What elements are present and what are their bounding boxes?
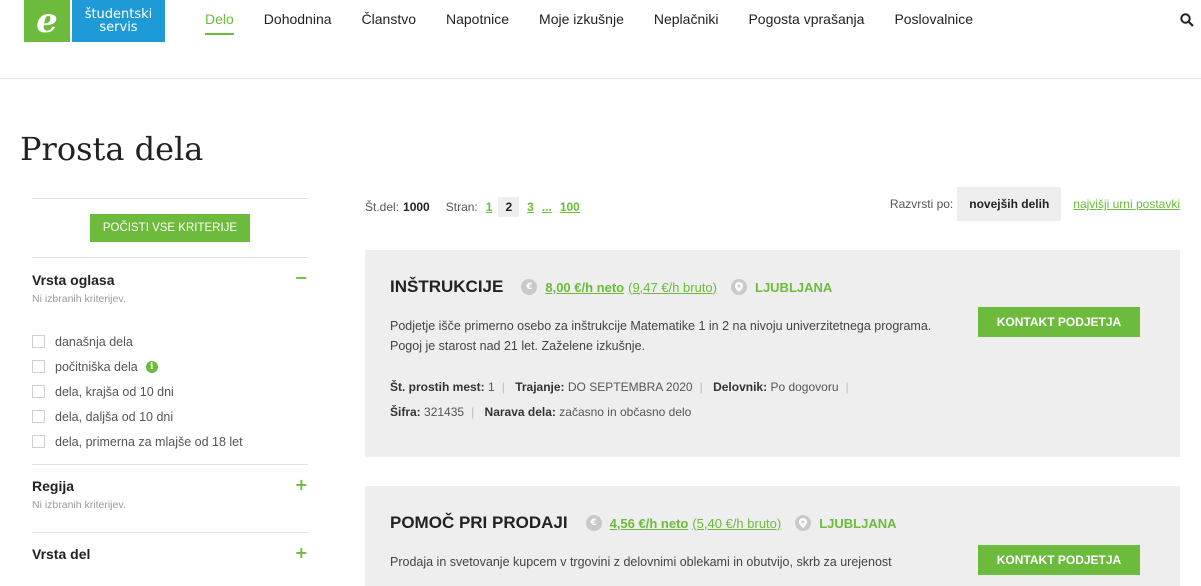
job-title[interactable]: INŠTRUKCIJE — [390, 277, 503, 297]
filter-option-label: dela, primerna za mlajše od 18 let — [55, 434, 243, 449]
euro-icon: € — [585, 515, 602, 531]
checkbox[interactable] — [32, 335, 45, 348]
logo-e-mark: e — [24, 0, 70, 42]
filter-sidebar: POČISTI VSE KRITERIJE Vrsta oglasa Ni iz… — [32, 198, 308, 573]
job-gross-rate[interactable]: (9,47 €/h bruto) — [628, 280, 717, 295]
checkbox[interactable] — [32, 360, 45, 373]
expand-icon[interactable]: + — [295, 475, 308, 494]
checkbox[interactable] — [32, 410, 45, 423]
nature-label: Narava dela: — [484, 405, 556, 419]
studentski-servis-logo[interactable]: e študentski servis — [24, 0, 165, 42]
job-city: LJUBLJANA — [819, 515, 897, 531]
nav-item-dohodnina[interactable]: Dohodnina — [264, 11, 332, 35]
places-label: Št. prostih mest: — [390, 380, 485, 394]
job-net-rate[interactable]: 4,56 €/h neto — [610, 516, 689, 531]
nav-item-pogosta-vprasanja[interactable]: Pogosta vprašanja — [748, 11, 864, 35]
filter-option-label: počitniška dela — [55, 359, 138, 374]
job-description: Podjetje išče primerno osebo za inštrukc… — [390, 319, 932, 353]
hours-label: Delovnik: — [713, 380, 768, 394]
job-header: INŠTRUKCIJE € 8,00 €/h neto (9,47 €/h br… — [390, 277, 832, 297]
filter-option-mlajse-od-18-let[interactable]: dela, primerna za mlajše od 18 let — [32, 429, 243, 454]
nav-item-napotnice[interactable]: Napotnice — [446, 11, 509, 35]
pagination: Št.del: 1000 Stran: 1 2 3 ... 100 — [365, 197, 580, 217]
sort-option-highest-rate[interactable]: najvišji urni postavki — [1073, 197, 1180, 211]
filter-option-label: dela, daljša od 10 dni — [55, 409, 174, 424]
nav-item-poslovalnice[interactable]: Poslovalnice — [894, 11, 973, 35]
nature-value: začasno in občasno delo — [559, 405, 692, 419]
sort-label: Razvrsti po: — [889, 197, 954, 211]
duration-value: DO SEPTEMBRA 2020 — [567, 380, 693, 394]
page-link-3[interactable]: 3 — [527, 200, 534, 214]
job-header: POMOČ PRI PRODAJI € 4,56 €/h neto (5,40 … — [390, 513, 897, 533]
expand-icon[interactable]: + — [295, 543, 308, 562]
page-link-1[interactable]: 1 — [486, 200, 493, 214]
code-label: Šifra: — [390, 405, 421, 419]
job-city: LJUBLJANA — [755, 279, 833, 295]
filter-option-danasnja-dela[interactable]: današnja dela — [32, 329, 243, 354]
hours-value: Po dogovoru — [770, 380, 839, 394]
job-description: Prodaja in svetovanje kupcem v trgovini … — [390, 555, 892, 569]
site-header: e študentski servis Delo Dohodnina Člans… — [0, 0, 1201, 79]
places-value: 1 — [488, 380, 495, 394]
job-card: INŠTRUKCIJE € 8,00 €/h neto (9,47 €/h br… — [365, 250, 1180, 457]
filter-section-title[interactable]: Vrsta oglasa — [32, 272, 126, 288]
contact-company-button[interactable]: KONTAKT PODJETJA — [978, 307, 1140, 337]
job-gross-rate[interactable]: (5,40 €/h bruto) — [692, 516, 781, 531]
filter-option-pocitniska-dela[interactable]: počitniška dela i — [32, 354, 243, 379]
nav-item-clanstvo[interactable]: Članstvo — [362, 11, 416, 35]
logo-line-2: servis — [99, 20, 138, 35]
location-pin-icon — [795, 515, 812, 531]
logo-wordmark: študentski servis — [72, 0, 165, 42]
job-count-label: Št.del: — [365, 200, 400, 214]
location-pin-icon — [731, 279, 747, 295]
nav-item-neplacniki[interactable]: Neplačniki — [654, 11, 719, 35]
filter-section-vrsta-del: Vrsta del + — [32, 533, 308, 573]
job-title[interactable]: POMOČ PRI PRODAJI — [390, 513, 568, 533]
filter-section-vrsta-oglasa: Vrsta oglasa Ni izbranih kriterijev. − d… — [32, 258, 308, 465]
job-card: POMOČ PRI PRODAJI € 4,56 €/h neto (5,40 … — [365, 486, 1180, 586]
duration-label: Trajanje: — [515, 380, 565, 394]
page-current: 2 — [498, 197, 520, 217]
page-link-100[interactable]: 100 — [560, 200, 580, 214]
page-ellipsis: ... — [541, 200, 552, 214]
page-label: Stran: — [445, 200, 478, 214]
code-value: 321435 — [424, 405, 465, 419]
filter-option-krajsa-od-10-dni[interactable]: dela, krajša od 10 dni — [32, 379, 243, 404]
page-title: Prosta dela — [20, 130, 204, 168]
euro-icon: € — [521, 279, 538, 295]
filter-section-title[interactable]: Regija — [32, 478, 126, 494]
contact-company-button[interactable]: KONTAKT PODJETJA — [978, 545, 1140, 575]
checkbox[interactable] — [32, 435, 45, 448]
sort-controls: Razvrsti po: novejših delih najvišji urn… — [890, 187, 1180, 221]
collapse-icon[interactable]: − — [295, 268, 308, 287]
filter-option-daljsa-od-10-dni[interactable]: dela, daljša od 10 dni — [32, 404, 243, 429]
filter-section-regija: Regija Ni izbranih kriterijev. + — [32, 465, 308, 533]
clear-filters-row: POČISTI VSE KRITERIJE — [32, 198, 308, 258]
filter-option-label: današnja dela — [55, 334, 133, 349]
clear-all-filters-button[interactable]: POČISTI VSE KRITERIJE — [90, 214, 250, 242]
filter-section-title[interactable]: Vrsta del — [32, 546, 90, 562]
info-icon[interactable]: i — [145, 360, 158, 373]
job-details: Št. prostih mest: 1 | Trajanje: DO SEPTEM… — [390, 380, 849, 419]
nav-item-moje-izkusnje[interactable]: Moje izkušnje — [539, 11, 624, 35]
job-count: 1000 — [403, 200, 430, 214]
checkbox[interactable] — [32, 385, 45, 398]
main-nav: Delo Dohodnina Članstvo Napotnice Moje i… — [205, 11, 1003, 35]
filter-section-subtitle: Ni izbranih kriterijev. — [32, 293, 126, 305]
search-icon[interactable] — [1180, 13, 1194, 27]
results-toolbar: Št.del: 1000 Stran: 1 2 3 ... 100 Razvrs… — [365, 187, 1180, 221]
nav-item-delo[interactable]: Delo — [205, 11, 234, 35]
filter-section-subtitle: Ni izbranih kriterijev. — [32, 499, 126, 511]
sort-option-newest[interactable]: novejših delih — [957, 187, 1062, 221]
filter-option-label: dela, krajša od 10 dni — [55, 384, 174, 399]
job-net-rate[interactable]: 8,00 €/h neto — [545, 280, 624, 295]
